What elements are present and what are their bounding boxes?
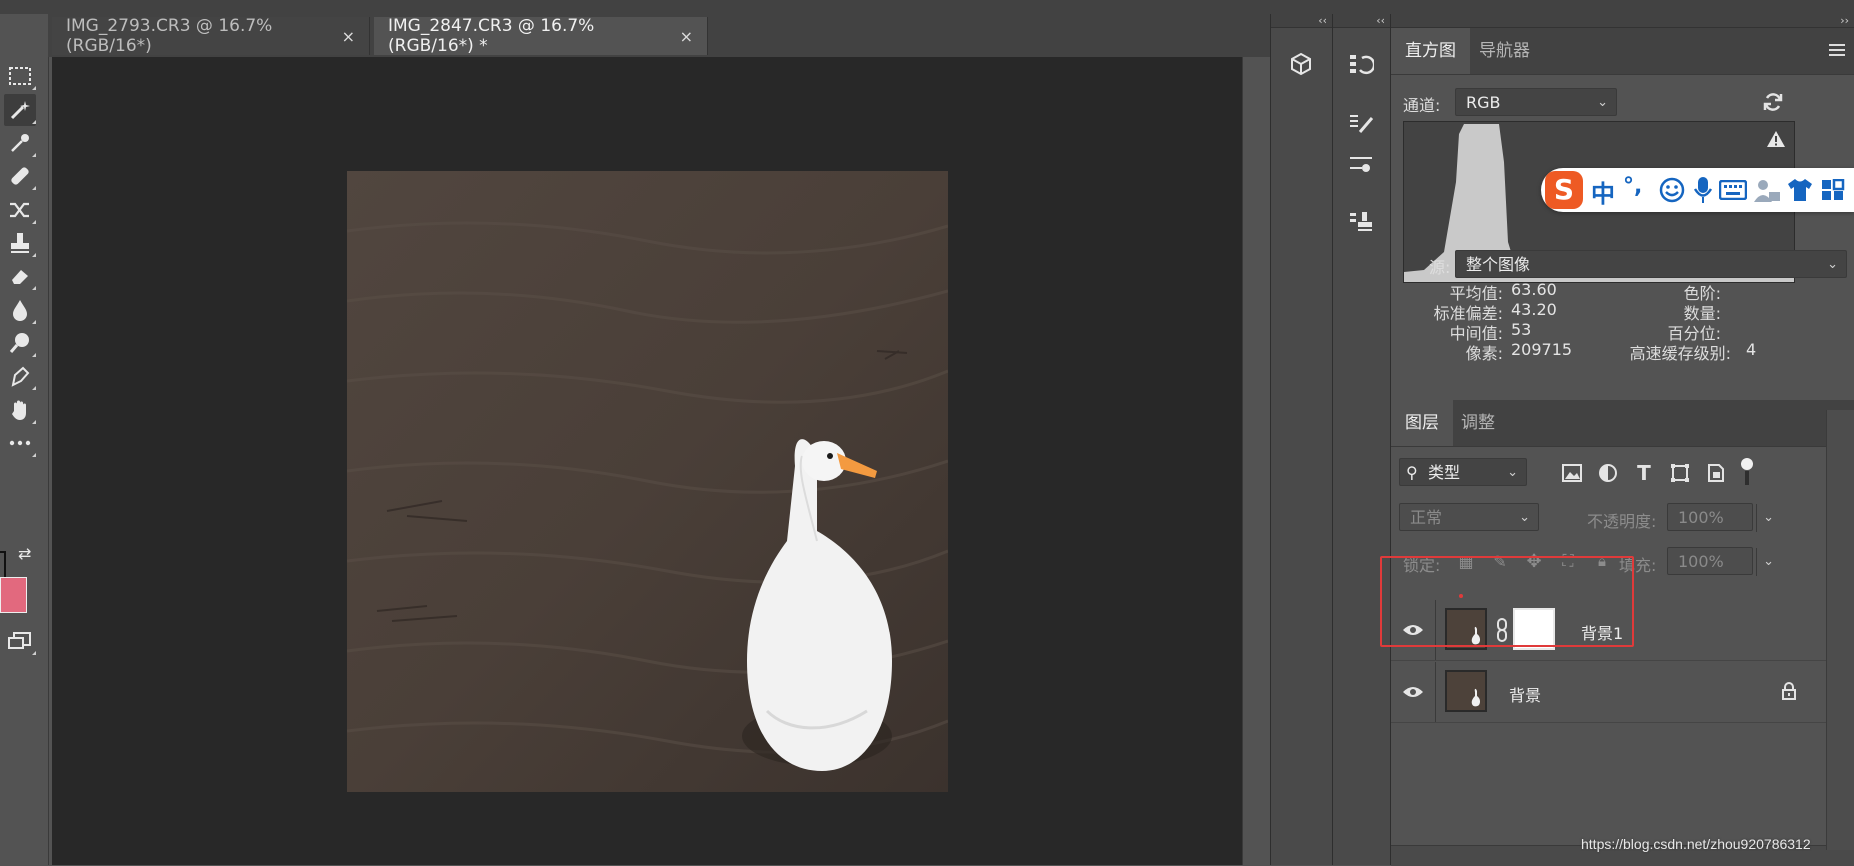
stat-pixels-value: 209715 bbox=[1511, 340, 1573, 359]
layer-name[interactable]: 背景 bbox=[1509, 682, 1541, 706]
toolbox-grid-icon[interactable] bbox=[1821, 178, 1845, 205]
history-icon[interactable] bbox=[1343, 48, 1379, 80]
layers-scrollbar[interactable] bbox=[1826, 410, 1854, 850]
sogou-logo[interactable]: S bbox=[1545, 171, 1583, 209]
brush-presets-icon[interactable] bbox=[1343, 148, 1379, 180]
blur-drop-icon[interactable] bbox=[4, 294, 36, 326]
opacity-input[interactable]: 100% ⌄ bbox=[1667, 503, 1774, 532]
options-bar bbox=[0, 0, 1854, 15]
layer-filter-value: 类型 bbox=[1428, 463, 1461, 482]
close-icon[interactable]: × bbox=[680, 27, 693, 46]
channel-label: 通道: bbox=[1403, 96, 1441, 115]
background-color-swatch[interactable] bbox=[0, 577, 27, 613]
tools-panel: ⇄ bbox=[0, 14, 49, 865]
layer-filter-select[interactable]: ⚲ 类型 ⌄ bbox=[1399, 458, 1527, 486]
goose-photo bbox=[347, 171, 948, 792]
opacity-value: 100% bbox=[1678, 508, 1724, 527]
filter-adjustment-icon[interactable] bbox=[1595, 460, 1621, 486]
chevron-down-icon: ⌄ bbox=[1597, 95, 1608, 110]
tab-navigator[interactable]: 导航器 bbox=[1465, 28, 1544, 74]
magic-wand-icon[interactable] bbox=[4, 94, 36, 126]
stat-mean-value: 63.60 bbox=[1511, 280, 1557, 299]
watermark-url: https://blog.csdn.net/zhou920786312 bbox=[1581, 836, 1811, 852]
filter-smart-object-icon[interactable] bbox=[1703, 460, 1729, 486]
chevron-down-icon: ⌄ bbox=[1519, 510, 1530, 525]
tab-histogram[interactable]: 直方图 bbox=[1391, 28, 1470, 74]
user-tools-icon[interactable] bbox=[1753, 178, 1781, 208]
tab-adjustments[interactable]: 调整 bbox=[1447, 400, 1509, 446]
document-tab-bar: IMG_2793.CR3 @ 16.7%(RGB/16*) × IMG_2847… bbox=[48, 14, 1270, 57]
source-select[interactable]: 整个图像 ⌄ bbox=[1455, 250, 1847, 278]
dodge-icon[interactable] bbox=[4, 327, 36, 359]
opacity-label: 不透明度: bbox=[1587, 512, 1657, 531]
visibility-eye-icon[interactable] bbox=[1401, 680, 1425, 704]
3d-cube-icon[interactable] bbox=[1283, 48, 1319, 80]
more-icon[interactable] bbox=[4, 427, 36, 459]
chevron-down-icon: ⌄ bbox=[1756, 504, 1774, 532]
lock-icon bbox=[1781, 682, 1797, 704]
channel-select[interactable]: RGB ⌄ bbox=[1455, 88, 1617, 116]
filter-toggle[interactable] bbox=[1741, 458, 1753, 486]
chevron-down-icon: ⌄ bbox=[1827, 257, 1838, 272]
tab-label: IMG_2847.CR3 @ 16.7%(RGB/16*) * bbox=[388, 16, 595, 56]
source-value: 整个图像 bbox=[1466, 255, 1531, 274]
source-label: 源: bbox=[1429, 258, 1451, 277]
keyboard-icon[interactable] bbox=[1718, 179, 1748, 204]
canvas-scrollbar[interactable] bbox=[1242, 57, 1271, 865]
right-panel: ›› 直方图 导航器 通道: RGB ⌄ 源: 整个图像 ⌄ 平均值: 63.60 … bbox=[1390, 14, 1854, 866]
tab-layers[interactable]: 图层 bbox=[1391, 400, 1453, 446]
ime-mode-label[interactable]: 中 bbox=[1591, 174, 1615, 209]
filter-shape-icon[interactable] bbox=[1667, 460, 1693, 486]
layer-row[interactable]: 背景 bbox=[1391, 662, 1815, 722]
brush-settings-icon[interactable] bbox=[1343, 108, 1379, 140]
eyedropper-icon[interactable] bbox=[4, 127, 36, 159]
hand-icon[interactable] bbox=[4, 394, 36, 426]
expand-panels-icon[interactable]: ›› bbox=[1391, 14, 1854, 28]
blend-mode-select[interactable]: 正常 ⌄ bbox=[1399, 503, 1539, 531]
refresh-icon[interactable] bbox=[1760, 89, 1786, 115]
marquee-icon[interactable] bbox=[4, 60, 36, 92]
close-icon[interactable]: × bbox=[342, 27, 355, 46]
collapse-panels-icon[interactable]: ‹‹ bbox=[1333, 14, 1391, 28]
stamp-icon[interactable] bbox=[4, 227, 36, 259]
highlight-box bbox=[1380, 556, 1634, 647]
stat-stddev-value: 43.20 bbox=[1511, 300, 1557, 319]
blend-mode-value: 正常 bbox=[1410, 508, 1443, 527]
tab-img-2793[interactable]: IMG_2793.CR3 @ 16.7%(RGB/16*) × bbox=[52, 16, 370, 56]
clone-source-icon[interactable] bbox=[1343, 206, 1379, 238]
eraser-icon[interactable] bbox=[4, 260, 36, 292]
chevron-down-icon: ⌄ bbox=[1507, 465, 1518, 480]
search-icon: ⚲ bbox=[1406, 463, 1418, 482]
emoji-icon[interactable] bbox=[1659, 177, 1685, 207]
fill-input[interactable]: 100% ⌄ bbox=[1667, 547, 1774, 576]
filter-type-icon[interactable]: T bbox=[1631, 460, 1657, 486]
shuffle-icon[interactable] bbox=[4, 194, 36, 226]
tab-label: IMG_2793.CR3 @ 16.7%(RGB/16*) bbox=[66, 16, 273, 56]
chevron-down-icon: ⌄ bbox=[1756, 548, 1774, 576]
ime-toolbar: S 中 °, bbox=[1541, 168, 1854, 212]
layers-tabs: 图层 调整 bbox=[1391, 400, 1854, 447]
panel-column-1: ‹‹ bbox=[1270, 14, 1333, 865]
histogram-tabs: 直方图 导航器 bbox=[1391, 28, 1854, 75]
microphone-icon[interactable] bbox=[1693, 176, 1713, 208]
screen-mode-icon[interactable] bbox=[4, 625, 36, 657]
stat-median-value: 53 bbox=[1511, 320, 1532, 339]
filter-pixel-icon[interactable] bbox=[1559, 460, 1585, 486]
channel-value: RGB bbox=[1466, 93, 1501, 112]
panel-menu-icon[interactable] bbox=[1829, 44, 1845, 56]
healing-brush-icon[interactable] bbox=[4, 160, 36, 192]
stat-pixels-label: 像素: bbox=[1465, 344, 1503, 363]
fill-value: 100% bbox=[1678, 552, 1724, 571]
skin-tshirt-icon[interactable] bbox=[1787, 178, 1813, 206]
panel-column-2: ‹‹ bbox=[1332, 14, 1391, 865]
pen-icon[interactable] bbox=[4, 360, 36, 392]
layer-thumbnail[interactable] bbox=[1445, 670, 1487, 712]
warning-icon[interactable] bbox=[1766, 130, 1786, 152]
stat-cache-level-label: 高速缓存级别: bbox=[1629, 344, 1731, 363]
collapse-panels-icon[interactable]: ‹‹ bbox=[1271, 14, 1333, 28]
stat-cache-level-value: 4 bbox=[1746, 340, 1757, 359]
ime-punct-label[interactable]: °, bbox=[1623, 174, 1642, 199]
tab-img-2847[interactable]: IMG_2847.CR3 @ 16.7%(RGB/16*) * × bbox=[374, 16, 708, 56]
swap-colors-icon[interactable]: ⇄ bbox=[18, 544, 31, 563]
